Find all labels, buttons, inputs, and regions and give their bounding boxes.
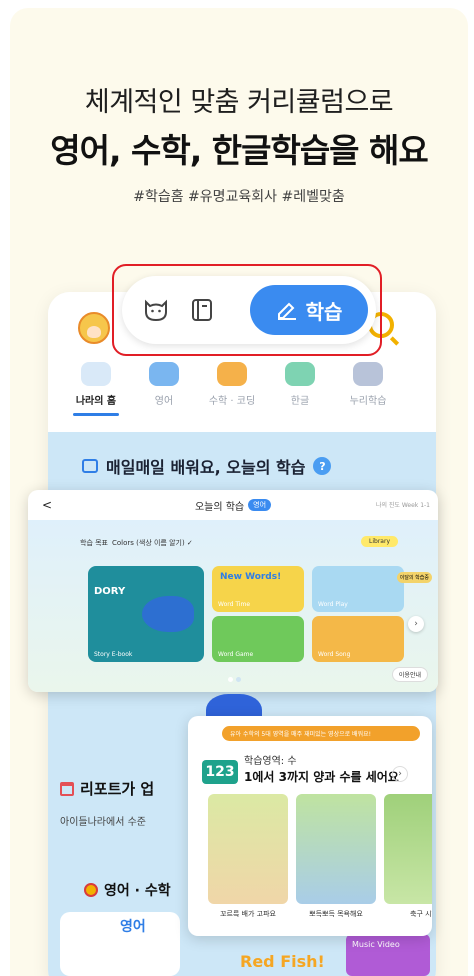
tab-label: 한글 [290, 396, 310, 407]
hangul-blocks-icon [285, 362, 315, 386]
video-caption: 축구 시합 [410, 910, 432, 918]
red-fish-text: Red Fish! [240, 952, 325, 971]
tab-label: 누리학습 [349, 396, 387, 407]
number-badge: 123 [202, 760, 238, 784]
english-math-heading: 영어 · 수학 [84, 880, 171, 900]
video-caption: 꼬르륵 배가 고파요 [220, 910, 276, 918]
highlight-box [112, 264, 382, 356]
music-video-card[interactable]: Music Video [346, 934, 430, 976]
tab-label: 나라의 홈 [75, 396, 117, 407]
chevron-right-icon[interactable]: › [392, 766, 408, 782]
music-video-label: Music Video [352, 940, 400, 949]
avatar[interactable] [78, 312, 110, 344]
today-lesson-tablet: < 오늘의 학습 영어 나의 진도 Week 1-1 학습 목표 Colors … [28, 490, 438, 692]
math-lesson-card: 유아 수학의 5대 영역을 매주 재미있는 영상으로 배워요! 123 학습영역… [188, 716, 432, 936]
tile-title: New Words! [220, 572, 282, 582]
section-title: 매일매일 배워요, 오늘의 학습 ? [82, 454, 332, 478]
video-thumbnail[interactable] [384, 794, 432, 904]
english-math-title: 영어 · 수학 [104, 883, 171, 899]
guide-button[interactable]: 이용안내 [391, 667, 428, 682]
next-arrow[interactable]: › [408, 616, 424, 632]
tablet-body: 학습 목표 Colors (색상 이름 알기) ✓ Library DORY S… [28, 520, 438, 692]
tile-label: Word Play [318, 601, 348, 608]
tab-math-coding[interactable]: 수학 · 코딩 [198, 362, 266, 416]
section-title-text: 매일매일 배워요, 오늘의 학습 [106, 458, 306, 477]
graduation-cap-icon [353, 362, 383, 386]
hashtags: #학습홈 #유명교육회사 #레벨맞춤 [133, 189, 345, 205]
tab-label: 영어 [154, 396, 174, 407]
side-bubble: 이달의 학습중 [396, 572, 432, 583]
progress-text: 나의 진도 Week 1-1 [375, 502, 430, 509]
category-tabs: 나라의 홈 영어 수학 · 코딩 한글 누리학습 [62, 362, 436, 416]
math-banner: 유아 수학의 5대 영역을 매주 재미있는 영상으로 배워요! [222, 726, 420, 741]
ab-blocks-icon [149, 362, 179, 386]
word-song-tile[interactable]: Word Song [312, 616, 404, 662]
dory-title: DORY [94, 586, 126, 597]
math-title: 1에서 3까지 양과 수를 세어요 [244, 770, 399, 784]
goal-value: Colors (색상 이름 알기) ✓ [112, 539, 193, 547]
book-icon [82, 459, 98, 473]
report-title-text: 리포트가 업 [80, 780, 155, 798]
goal-row: 학습 목표 Colors (색상 이름 알기) ✓ [80, 538, 193, 548]
tablet-title: 오늘의 학습 [194, 501, 245, 513]
video-thumbnail[interactable] [296, 794, 376, 904]
tab-english[interactable]: 영어 [130, 362, 198, 416]
tab-home[interactable]: 나라의 홈 [62, 362, 130, 416]
number-blocks-icon [217, 362, 247, 386]
video-caption: 뽀득뽀득 목욕해요 [309, 910, 363, 918]
back-button[interactable]: < [42, 498, 52, 512]
medal-icon [84, 883, 98, 897]
video-thumbnail[interactable] [208, 794, 288, 904]
fish-illustration [142, 596, 194, 632]
bear-icon [81, 362, 111, 386]
tablet-header: < 오늘의 학습 영어 나의 진도 Week 1-1 [28, 490, 438, 520]
english-label: 영어 [120, 919, 146, 935]
help-icon[interactable]: ? [313, 457, 332, 475]
tile-label: Word Game [218, 651, 254, 658]
story-ebook-tile[interactable]: DORY Story E-book [88, 566, 204, 662]
tile-label: Word Song [318, 651, 351, 658]
library-button[interactable]: Library [361, 536, 398, 547]
tab-nuri[interactable]: 누리학습 [334, 362, 402, 416]
tab-hangul[interactable]: 한글 [266, 362, 334, 416]
word-time-tile[interactable]: New Words! Word Time [212, 566, 304, 612]
goal-label: 학습 목표 [80, 539, 108, 547]
tile-label: Story E-book [94, 651, 133, 658]
tab-label: 수학 · 코딩 [208, 396, 256, 407]
tile-label: Word Time [218, 601, 251, 608]
math-subject: 학습영역: 수 [244, 756, 297, 767]
word-game-tile[interactable]: Word Game [212, 616, 304, 662]
english-badge: 영어 [248, 499, 272, 511]
word-play-tile[interactable]: Word Play [312, 566, 404, 612]
headline-line1: 체계적인 맞춤 커리큘럼으로 [84, 87, 394, 118]
carousel-dots [228, 677, 241, 682]
headline-line2: 영어, 수학, 한글학습을 해요 [50, 131, 429, 170]
calendar-icon [60, 781, 74, 796]
